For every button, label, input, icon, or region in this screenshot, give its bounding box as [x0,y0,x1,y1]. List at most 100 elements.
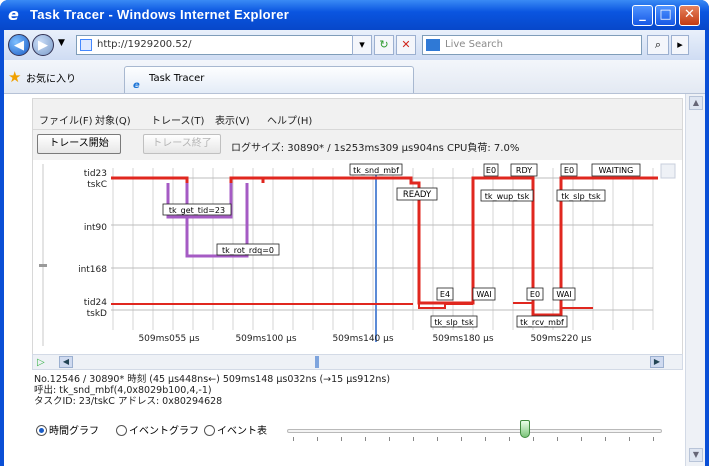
event-e0-1[interactable]: E0 [483,163,499,177]
event-label: RDY [516,166,532,175]
event-label: E4 [440,290,450,299]
event-tk-rcv-mbf[interactable]: tk_rcv_mbf [516,315,568,328]
forward-button[interactable]: ▶ [32,34,54,56]
menu-view[interactable]: 表示(V) [215,112,250,127]
trace-start-button[interactable]: トレース開始 [37,134,121,154]
event-info-line1: No.12546 / 30890* 時刻 (45 μs448ns←) 509ms… [34,374,391,385]
radio-event-table[interactable]: イベント表 [204,422,267,437]
slider-tick [605,437,606,441]
event-label: tk_rcv_mbf [520,318,564,327]
row-label-int168: int168 [78,265,107,275]
maximize-button[interactable]: □ [655,5,676,26]
address-bar[interactable]: http://1929200.52/ [76,35,358,55]
history-dropdown-icon[interactable]: ▼ [58,38,65,48]
radio-label: 時間グラフ [49,426,99,437]
zoom-slider-thumb[interactable] [39,264,47,267]
radio-circle [116,425,127,436]
play-triangle-icon[interactable]: ▷ [37,357,45,368]
slider-tick [341,437,342,441]
event-label: WAI [556,290,571,299]
slider-tick [509,437,510,441]
event-wai-1[interactable]: WAI [472,287,496,301]
favorites-bar: ★ お気に入り e Task Tracer [4,60,705,94]
row-label-tid24: tid24 [84,298,107,308]
slider-thumb[interactable] [520,420,530,438]
address-url: http://1929200.52/ [97,39,192,50]
event-label: tk_snd_mbf [353,166,399,175]
event-waiting[interactable]: WAITING [591,163,641,177]
browser-content: ファイル(F) 対象(Q) トレース(T) 表示(V) ヘルプ(H) トレース開… [4,94,705,466]
event-label: tk_slp_tsk [561,192,601,201]
page-scroll-down[interactable]: ▼ [689,448,703,462]
scroll-left-button[interactable]: ◀ [59,356,73,368]
slider-tick [485,437,486,441]
horizontal-scrollbar[interactable]: ▷ ◀ ▶ [32,354,683,370]
event-wai-2[interactable]: WAI [552,287,576,301]
search-button[interactable]: ⌕ [647,35,669,55]
time-graph[interactable]: tid23 tskC int90 int168 tid24 tskD tk_sn… [32,160,683,354]
tskd-trace [111,302,593,315]
tab-task-tracer[interactable]: e Task Tracer [124,66,414,93]
slider-tick [389,437,390,441]
close-button[interactable]: ✕ [679,5,700,26]
event-e4[interactable]: E4 [436,287,454,301]
event-label: WAI [476,290,491,299]
view-selector: 時間グラフ イベントグラフ イベント表 [32,414,683,448]
menu-file[interactable]: ファイル(F) [39,112,93,127]
event-label: E0 [564,166,574,175]
menu-target[interactable]: 対象(Q) [95,112,131,127]
event-tk-wup-tsk[interactable]: tk_wup_tsk [480,189,534,202]
time-graph-svg: tid23 tskC int90 int168 tid24 tskD tk_sn… [39,163,676,346]
radio-event-graph[interactable]: イベントグラフ [116,422,199,437]
search-input[interactable]: Live Search [422,35,642,55]
radio-time-graph[interactable]: 時間グラフ [36,422,99,437]
event-label: tk_rot_rdq=0 [222,246,274,255]
radio-label: イベント表 [217,426,267,437]
menu-help[interactable]: ヘルプ(H) [267,112,312,127]
favorites-label[interactable]: お気に入り [26,70,76,85]
window-title: Task Tracer - Windows Internet Explorer [30,7,290,22]
search-options-icon[interactable]: ▸ [671,35,689,55]
favorites-star-icon[interactable]: ★ [8,68,21,86]
scroll-right-button[interactable]: ▶ [650,356,664,368]
trace-stop-button[interactable]: トレース終了 [143,134,221,154]
x-tick-label: 509ms140 μs [332,334,393,344]
event-info-panel: No.12546 / 30890* 時刻 (45 μs448ns←) 509ms… [34,374,390,407]
event-rdy[interactable]: RDY [510,163,538,177]
time-scale-slider[interactable] [287,420,662,442]
menu-trace[interactable]: トレース(T) [151,112,204,127]
x-tick-label: 509ms055 μs [138,334,199,344]
event-info-line3: タスクID: 23/tskC アドレス: 0x80294628 [34,396,223,407]
slider-tick [581,437,582,441]
event-tk-slp-tsk-1[interactable]: tk_slp_tsk [556,189,606,202]
page-vertical-scrollbar[interactable]: ▲ ▼ [685,94,705,466]
toolbar: トレース開始 トレース終了 ログサイズ: 30890* / 1s253ms309… [32,130,683,160]
event-tk-slp-tsk-2[interactable]: tk_slp_tsk [430,315,478,328]
event-ready[interactable]: READY [396,187,438,201]
event-e0-3[interactable]: E0 [526,287,544,301]
x-tick-label: 509ms220 μs [530,334,591,344]
live-search-icon [426,39,440,51]
event-tk-snd-mbf[interactable]: tk_snd_mbf [349,163,403,176]
minimize-button[interactable]: _ [632,5,653,26]
refresh-icon[interactable]: ↻ [374,35,394,55]
slider-tick [557,437,558,441]
event-tk-rot-rdq[interactable]: tk_rot_rdq=0 [216,243,280,256]
scroll-thumb[interactable] [315,356,319,368]
page-icon [80,39,92,51]
page-scroll-up[interactable]: ▲ [689,96,703,110]
back-button[interactable]: ◀ [8,34,30,56]
row-label-tskd: tskD [87,309,107,319]
address-dropdown-icon[interactable]: ▾ [352,35,372,55]
slider-tick [629,437,630,441]
log-info: ログサイズ: 30890* / 1s253ms309 μs904ns CPU負荷… [231,143,520,154]
event-label: tk_wup_tsk [485,192,530,201]
title-bar: e Task Tracer - Windows Internet Explore… [0,0,709,30]
stop-icon[interactable]: ✕ [396,35,416,55]
event-e0-2[interactable]: E0 [560,163,578,177]
ie-icon: e [8,5,19,24]
event-tk-get-tid[interactable]: tk_get_tid=23 [162,203,232,216]
chart-scroll-up[interactable] [660,163,676,179]
event-label: E0 [530,290,540,299]
task-tracer-app: ファイル(F) 対象(Q) トレース(T) 表示(V) ヘルプ(H) トレース開… [32,98,683,464]
